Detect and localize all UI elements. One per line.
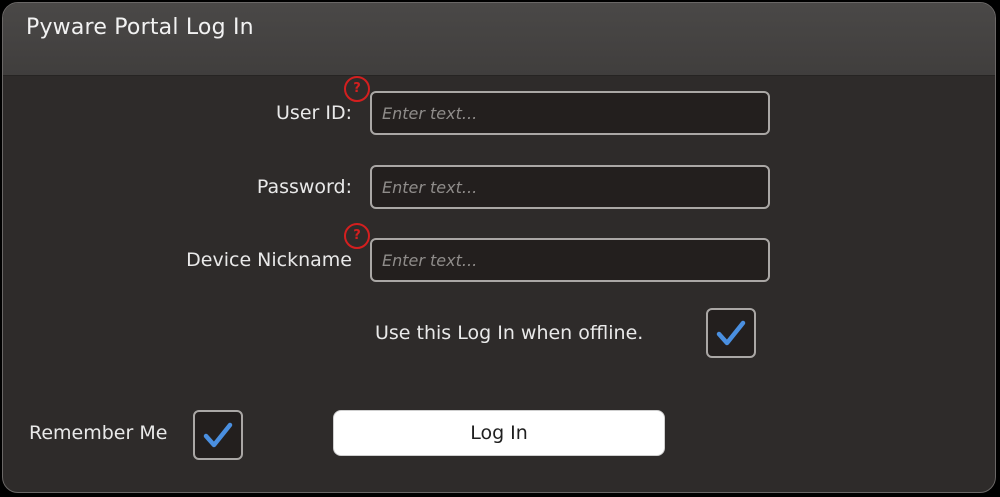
title-bar: Pyware Portal Log In [3,3,995,76]
login-dialog: Pyware Portal Log In User ID: ? Password… [2,2,996,493]
user-id-label: User ID: [276,102,352,124]
device-nickname-label: Device Nickname [186,249,352,271]
user-id-input[interactable] [370,91,770,135]
checkmark-icon [716,320,746,346]
user-id-help-icon[interactable]: ? [344,76,370,102]
offline-checkbox[interactable] [706,308,756,358]
remember-me-label: Remember Me [29,422,168,444]
password-input[interactable] [370,165,770,209]
offline-label: Use this Log In when offline. [375,322,644,344]
dialog-title: Pyware Portal Log In [26,15,254,40]
device-nickname-help-icon[interactable]: ? [344,223,370,249]
password-label: Password: [256,176,352,198]
remember-me-checkbox[interactable] [193,410,243,460]
login-button[interactable]: Log In [333,410,665,456]
device-nickname-input[interactable] [370,238,770,282]
checkmark-icon [203,422,233,448]
